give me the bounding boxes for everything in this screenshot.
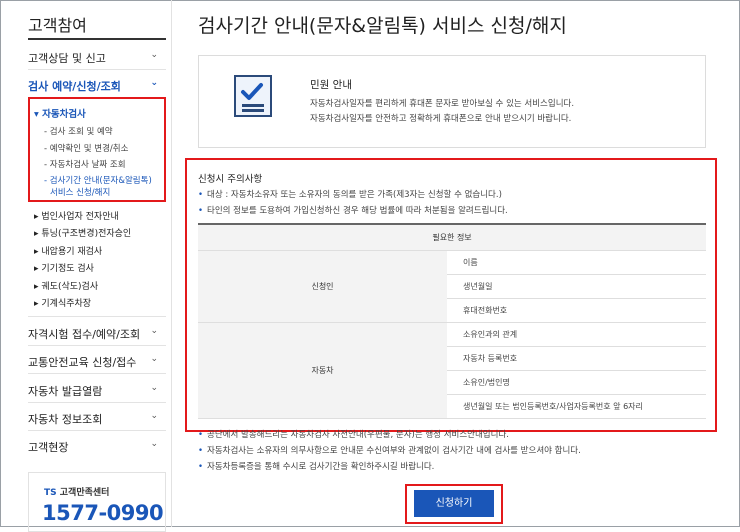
- divider: [28, 345, 166, 346]
- sidebar-title-underline: [28, 38, 166, 40]
- sidebar-subitem-car-inspection[interactable]: ▾ 자동차검사: [34, 106, 86, 120]
- customer-center-label: 고객만족센터: [59, 488, 110, 498]
- required-info-table: 필요한 정보 신청인 이름 생년월일 휴대전화번호 자동차 소유인과의 관계 자…: [198, 223, 706, 419]
- sidebar-subitem-label: 기계식주차장: [41, 299, 92, 309]
- table-cell: 자동차 등록번호: [447, 346, 706, 371]
- sidebar-item-education[interactable]: 교통안전교육 신청/접수 ⌄: [28, 354, 166, 370]
- link-label: 서비스 신청/해지: [50, 188, 111, 198]
- sidebar-subitem-track[interactable]: ▸ 궤도(삭도)검사: [34, 279, 98, 292]
- checklist-icon: [234, 75, 272, 117]
- bullet-text: 대상 : 자동차소유자 또는 소유자의 동의를 받은 가족(제3자는 신청할 수…: [207, 190, 502, 200]
- link-label: 검사 조회 및 예약: [49, 127, 113, 137]
- table-cell: 이름: [447, 250, 706, 275]
- chevron-down-icon: ⌄: [150, 411, 158, 421]
- sidebar-subitem-corporate[interactable]: ▸ 법인사업자 전자안내: [34, 209, 119, 222]
- sidebar-link-reserve-change[interactable]: - 예약확인 및 변경/취소: [44, 142, 128, 154]
- notice-bullet: • 대상 : 자동차소유자 또는 소유자의 동의를 받은 가족(제3자는 신청할 …: [198, 190, 502, 200]
- sidebar-subitem-parking[interactable]: ▸ 기계식주차장: [34, 296, 91, 309]
- sidebar-subitem-label: 튜닝(구조변경)전자승인: [41, 229, 132, 239]
- sidebar-link-current-service-line2[interactable]: 서비스 신청/해지: [50, 186, 110, 198]
- sidebar: 고객참여 고객상담 및 신고 ⌄ 검사 예약/신청/조회 ⌄ ▾ 자동차검사 -…: [0, 0, 172, 532]
- footer-bullet: • 공단에서 발송해드리는 자동차검사 사전안내(우편물, 문자)는 행정 서비스…: [198, 430, 509, 440]
- sidebar-subitem-label: 내압용기 재검사: [41, 247, 103, 257]
- chevron-down-icon: ⌄: [150, 354, 158, 364]
- bullet-text: 자동차검사는 소유자의 의무사항으로 안내문 수신여부와 관계없이 검사기간 내…: [207, 446, 581, 456]
- bullet-text: 자동차등록증을 통해 수시로 검사기간을 확인하주시길 바랍니다.: [207, 462, 435, 472]
- chevron-down-icon: ⌄: [150, 50, 158, 60]
- customer-center-phone: 1577-0990: [42, 501, 164, 525]
- sidebar-subitem-label: 기기정도 검사: [41, 264, 94, 274]
- table-cell: 소유인/법인명: [447, 370, 706, 395]
- sidebar-item-label: 교통안전교육 신청/접수: [28, 356, 137, 369]
- sidebar-item-inspection[interactable]: 검사 예약/신청/조회 ⌄: [28, 78, 166, 94]
- sidebar-item-field[interactable]: 고객현장 ⌄: [28, 439, 166, 455]
- table-row: 자동차 소유인과의 관계: [198, 322, 706, 419]
- sidebar-link-current-service[interactable]: - 검사기간 안내(문자&알림톡): [44, 174, 152, 186]
- sidebar-subitem-device-accuracy[interactable]: ▸ 기기정도 검사: [34, 261, 94, 274]
- bullet-text: 공단에서 발송해드리는 자동차검사 사전안내(우편물, 문자)는 행정 서비스안…: [207, 430, 509, 440]
- sidebar-subitem-pressure-vessel[interactable]: ▸ 내압용기 재검사: [34, 244, 102, 257]
- sidebar-title: 고객참여: [28, 16, 87, 35]
- divider: [28, 316, 166, 317]
- sidebar-item-label: 자동차 발급열람: [28, 385, 103, 398]
- notice-title: 신청시 주의사항: [198, 174, 263, 185]
- sidebar-item-label: 고객상담 및 신고: [28, 52, 106, 65]
- divider: [28, 402, 166, 403]
- divider: [28, 69, 166, 70]
- chevron-down-icon: ⌄: [150, 78, 158, 88]
- customer-center-title: TS 고객만족센터: [44, 485, 109, 498]
- sidebar-item-consult[interactable]: 고객상담 및 신고 ⌄: [28, 50, 166, 66]
- table-header: 필요한 정보: [198, 223, 706, 251]
- sidebar-subitem-tuning[interactable]: ▸ 튜닝(구조변경)전자승인: [34, 226, 131, 239]
- page-title: 검사기간 안내(문자&알림톡) 서비스 신청/해지: [198, 15, 567, 37]
- bullet-text: 타인의 정보를 도용하여 가입신청하신 경우 해당 법률에 따라 처분됨을 알려…: [207, 206, 508, 216]
- chevron-down-icon: ⌄: [150, 439, 158, 449]
- row-group-label: 신청인: [198, 250, 447, 323]
- chevron-down-icon: ⌄: [150, 383, 158, 393]
- table-cell: 생년월일 또는 법인등록번호/사업자등록번호 앞 6자리: [447, 394, 706, 419]
- table-row: 신청인 이름: [198, 250, 706, 323]
- info-title: 민원 안내: [310, 79, 352, 91]
- link-label: 검사기간 안내(문자&알림톡): [49, 176, 152, 186]
- chevron-down-icon: ⌄: [150, 326, 158, 336]
- divider: [28, 430, 166, 431]
- divider: [28, 373, 166, 374]
- sidebar-subitem-label: 궤도(삭도)검사: [41, 282, 99, 292]
- table-cell: 휴대전화번호: [447, 298, 706, 323]
- table-cell: 소유인과의 관계: [447, 322, 706, 347]
- info-text: 자동차검사일자를 안전하고 정확하게 휴대폰으로 안내 받으시기 바랍니다.: [310, 114, 572, 124]
- caret-down-icon: ▾: [34, 109, 39, 120]
- footer-bullet: • 자동차검사는 소유자의 의무사항으로 안내문 수신여부와 관계없이 검사기간 …: [198, 446, 581, 456]
- sidebar-item-exam[interactable]: 자격시험 접수/예약/조회 ⌄: [28, 326, 166, 342]
- link-label: 자동차검사 날짜 조회: [49, 160, 126, 170]
- table-cell: 생년월일: [447, 274, 706, 299]
- row-group-label: 자동차: [198, 322, 447, 419]
- notice-bullet: • 타인의 정보를 도용하여 가입신청하신 경우 해당 법률에 따라 처분됨을 알…: [198, 206, 508, 216]
- sidebar-item-issuance[interactable]: 자동차 발급열람 ⌄: [28, 383, 166, 399]
- sidebar-item-label: 자동차 정보조회: [28, 413, 103, 426]
- sidebar-subitem-label: 법인사업자 전자안내: [41, 212, 119, 222]
- info-text: 자동차검사일자를 편리하게 휴대폰 문자로 받아보실 수 있는 서비스입니다.: [310, 99, 575, 109]
- sidebar-item-info[interactable]: 자동차 정보조회 ⌄: [28, 411, 166, 427]
- ts-logo: TS: [44, 488, 57, 498]
- sidebar-item-label: 자격시험 접수/예약/조회: [28, 328, 141, 341]
- sidebar-link-inspection-reserve[interactable]: - 검사 조회 및 예약: [44, 125, 113, 137]
- apply-button[interactable]: 신청하기: [414, 490, 494, 517]
- sidebar-subitem-label: 자동차검사: [42, 109, 86, 120]
- footer-bullet: • 자동차등록증을 통해 수시로 검사기간을 확인하주시길 바랍니다.: [198, 462, 435, 472]
- link-label: 예약확인 및 변경/취소: [49, 144, 129, 154]
- sidebar-item-label: 검사 예약/신청/조회: [28, 80, 121, 93]
- sidebar-item-label: 고객현장: [28, 441, 69, 454]
- sidebar-link-date-lookup[interactable]: - 자동차검사 날짜 조회: [44, 158, 126, 170]
